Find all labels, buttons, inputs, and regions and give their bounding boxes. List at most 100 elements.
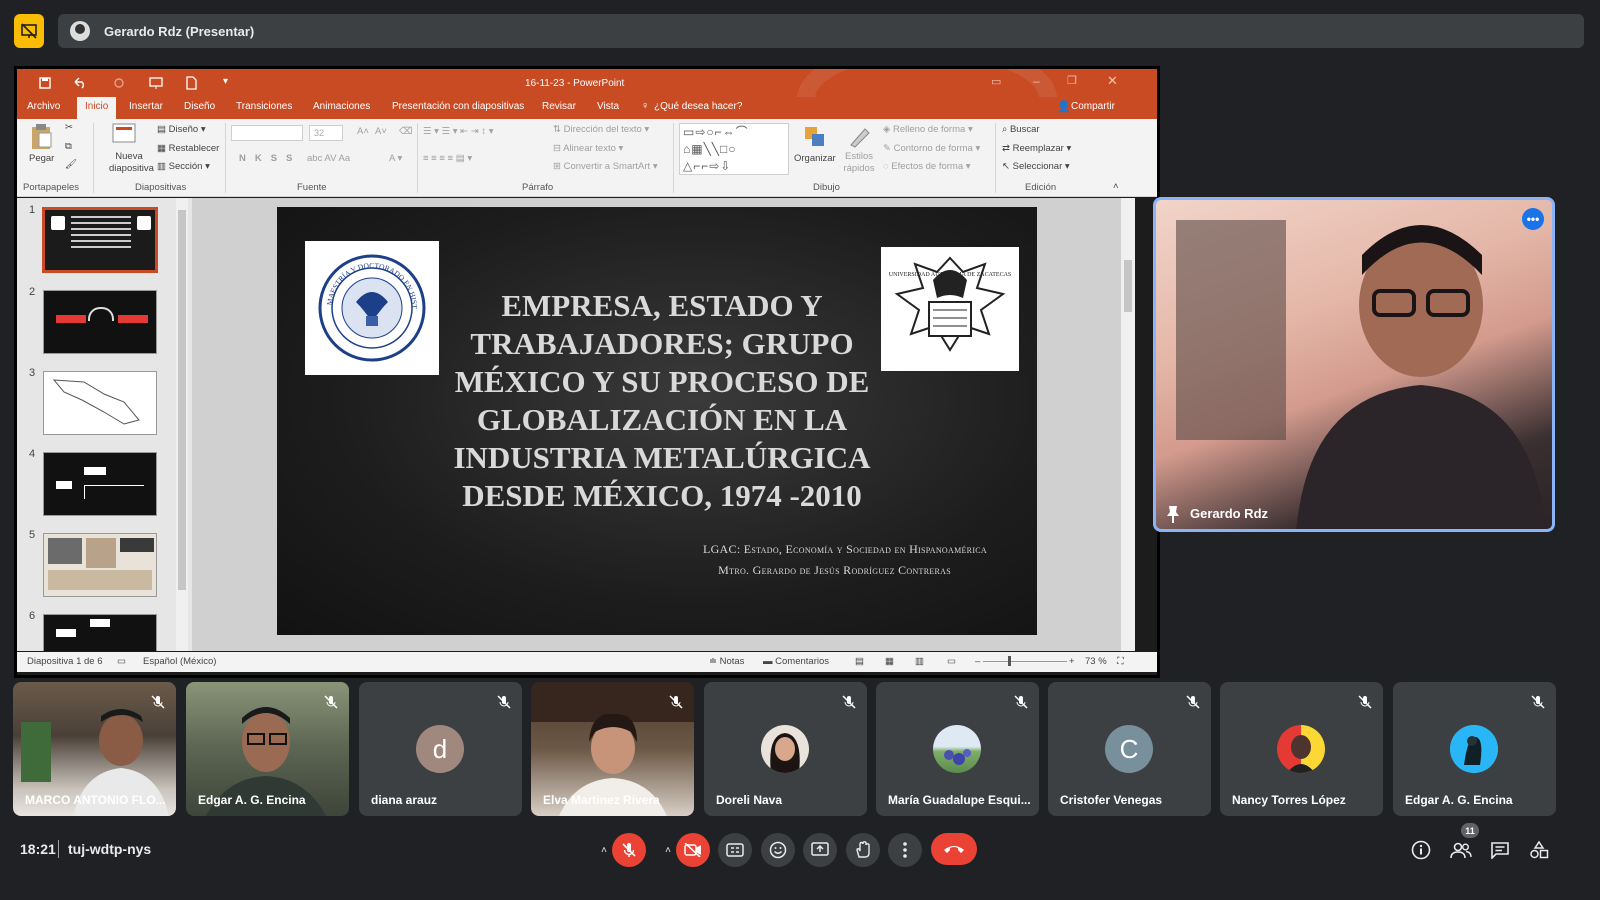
participant-tile[interactable]: Doreli Nava: [704, 682, 867, 816]
replace-button[interactable]: ⇄ Reemplazar ▾: [1002, 143, 1071, 154]
tab-animaciones[interactable]: Animaciones: [313, 101, 370, 112]
tab-vista[interactable]: Vista: [597, 101, 619, 112]
tab-inicio[interactable]: Inicio: [77, 97, 117, 119]
font-color-icon[interactable]: A ▾: [389, 153, 402, 164]
shape-effects-button[interactable]: ◌ Efectos de forma ▾: [883, 161, 971, 172]
video-options-caret-icon[interactable]: ˄: [661, 833, 675, 867]
zoom-slider-thumb[interactable]: [1008, 656, 1011, 666]
start-slideshow-icon[interactable]: [149, 77, 163, 89]
text-direction-button[interactable]: ⇅ Dirección del texto ▾: [553, 124, 649, 135]
find-button[interactable]: ⌕ Buscar: [1002, 124, 1040, 135]
quick-styles-button[interactable]: Estilos rápidos: [843, 151, 875, 175]
align-icons[interactable]: ≡ ≡ ≡ ≡ ▤ ▾: [423, 153, 472, 164]
zoom-level[interactable]: 73 %: [1085, 656, 1107, 667]
reset-button[interactable]: ▦ Restablecer: [157, 143, 219, 154]
captions-button[interactable]: [718, 833, 752, 867]
share-button[interactable]: Compartir: [1071, 101, 1115, 112]
slide-thumbnail-4[interactable]: [43, 452, 157, 516]
comments-button[interactable]: ▬ Comentarios: [763, 656, 829, 667]
raise-hand-button[interactable]: [846, 833, 880, 867]
slide-thumbnail-1[interactable]: [42, 207, 158, 273]
present-now-button[interactable]: [803, 833, 837, 867]
tab-archivo[interactable]: Archivo: [27, 101, 60, 112]
convert-smartart-button[interactable]: ⊞ Convertir a SmartArt ▾: [553, 161, 658, 172]
section-button[interactable]: ▥ Sección ▾: [157, 161, 210, 172]
font-format-icons[interactable]: NKSS: [239, 153, 301, 164]
participant-tile[interactable]: C Cristofer Venegas: [1048, 682, 1211, 816]
camera-off-button[interactable]: [676, 833, 710, 867]
more-options-icon[interactable]: •••: [1522, 208, 1544, 230]
cut-icon[interactable]: ✂: [65, 122, 73, 133]
redo-icon[interactable]: [113, 77, 125, 89]
mic-off-button[interactable]: [612, 833, 646, 867]
participant-tile[interactable]: Nancy Torres López: [1220, 682, 1383, 816]
shrink-font-icon[interactable]: A˅: [375, 126, 387, 137]
reading-view-icon[interactable]: ▥: [915, 656, 924, 667]
shapes-gallery[interactable]: ▭⇨○⌐⇔⌒ ⌂▦╲╲□○ △⌐⌐⇨⇩: [679, 123, 789, 175]
minimize-icon[interactable]: –: [1033, 74, 1040, 88]
participant-tile[interactable]: María Guadalupe Esqui...: [876, 682, 1039, 816]
tab-revisar[interactable]: Revisar: [542, 101, 576, 112]
tell-me-search[interactable]: ¿Qué desea hacer?: [654, 101, 742, 112]
zoom-out-icon[interactable]: –: [975, 656, 980, 667]
arrange-icon[interactable]: [803, 125, 827, 149]
tab-presentacion[interactable]: Presentación con diapositivas: [392, 101, 524, 112]
editor-scrollbar[interactable]: [1121, 198, 1135, 651]
participant-tile[interactable]: MARCO ANTONIO FLO...: [13, 682, 176, 816]
select-button[interactable]: ↖ Seleccionar ▾: [1002, 161, 1070, 172]
paste-button[interactable]: Pegar: [29, 153, 54, 164]
copy-icon[interactable]: ⧉: [65, 141, 72, 152]
clear-format-icon[interactable]: ⌫: [399, 126, 412, 137]
more-options-button[interactable]: [888, 833, 922, 867]
font-name-input[interactable]: [231, 125, 303, 141]
thumbnails-scrollbar[interactable]: [176, 198, 188, 651]
normal-view-icon[interactable]: ▤: [855, 656, 864, 667]
participant-tile[interactable]: Edgar A. G. Encina: [1393, 682, 1556, 816]
chat-button[interactable]: [1486, 836, 1514, 864]
ribbon-display-icon[interactable]: ▭: [991, 75, 1001, 88]
arrange-button[interactable]: Organizar: [794, 153, 836, 164]
slideshow-view-icon[interactable]: ▭: [947, 656, 956, 667]
slide-thumbnail-6[interactable]: [43, 614, 157, 651]
shape-fill-button[interactable]: ◈ Relleno de forma ▾: [883, 124, 973, 135]
paste-icon[interactable]: [29, 123, 53, 151]
presenting-icon[interactable]: [14, 14, 44, 48]
format-painter-icon[interactable]: 🖌: [65, 159, 77, 170]
zoom-slider[interactable]: [983, 661, 1067, 662]
strike-spacing-icons[interactable]: abc AV Aa: [307, 153, 350, 164]
collapse-ribbon-icon[interactable]: ˄: [1113, 181, 1119, 192]
close-icon[interactable]: ✕: [1107, 73, 1118, 89]
new-file-icon[interactable]: [185, 76, 197, 90]
tab-diseno[interactable]: Diseño: [184, 101, 215, 112]
new-slide-button[interactable]: Nueva diapositiva: [109, 151, 154, 175]
align-text-button[interactable]: ⊟ Alinear texto ▾: [553, 143, 623, 154]
bullets-icon[interactable]: ☰ ▾ ☰ ▾ ⇤ ⇥ ↕ ▾: [423, 126, 494, 137]
shape-outline-button[interactable]: ✎ Contorno de forma ▾: [883, 143, 980, 154]
maximize-icon[interactable]: ❐: [1067, 74, 1077, 87]
fit-slide-icon[interactable]: ⛶: [1117, 656, 1124, 667]
participant-tile[interactable]: Edgar A. G. Encina: [186, 682, 349, 816]
customize-qat-icon[interactable]: ▾: [223, 76, 228, 87]
save-icon[interactable]: [39, 77, 51, 89]
people-button[interactable]: [1447, 836, 1475, 864]
language-indicator[interactable]: Español (México): [143, 656, 216, 667]
spellcheck-icon[interactable]: ▭: [117, 656, 126, 667]
quick-styles-icon[interactable]: [847, 125, 871, 149]
pin-icon[interactable]: [1166, 505, 1180, 523]
leave-call-button[interactable]: [931, 833, 977, 865]
meeting-code[interactable]: tuj-wdtp-nys: [68, 841, 151, 857]
participant-tile[interactable]: d diana arauz: [359, 682, 522, 816]
current-slide[interactable]: MAESTRÍA Y DOCTORADO EN HISTORIA UNIVERS…: [277, 207, 1037, 635]
activities-button[interactable]: [1525, 836, 1553, 864]
pinned-participant-video[interactable]: ••• Gerardo Rdz: [1153, 197, 1555, 532]
grow-font-icon[interactable]: A˄: [357, 126, 369, 137]
layout-button[interactable]: ▤ Diseño ▾: [157, 124, 206, 135]
reactions-button[interactable]: [761, 833, 795, 867]
zoom-in-icon[interactable]: +: [1069, 656, 1075, 667]
tab-transiciones[interactable]: Transiciones: [236, 101, 292, 112]
undo-icon[interactable]: [73, 77, 87, 89]
new-slide-icon[interactable]: [112, 123, 136, 145]
notes-button[interactable]: ≐ Notas: [709, 656, 744, 667]
font-size-input[interactable]: 32: [309, 125, 343, 141]
tab-insertar[interactable]: Insertar: [129, 101, 163, 112]
